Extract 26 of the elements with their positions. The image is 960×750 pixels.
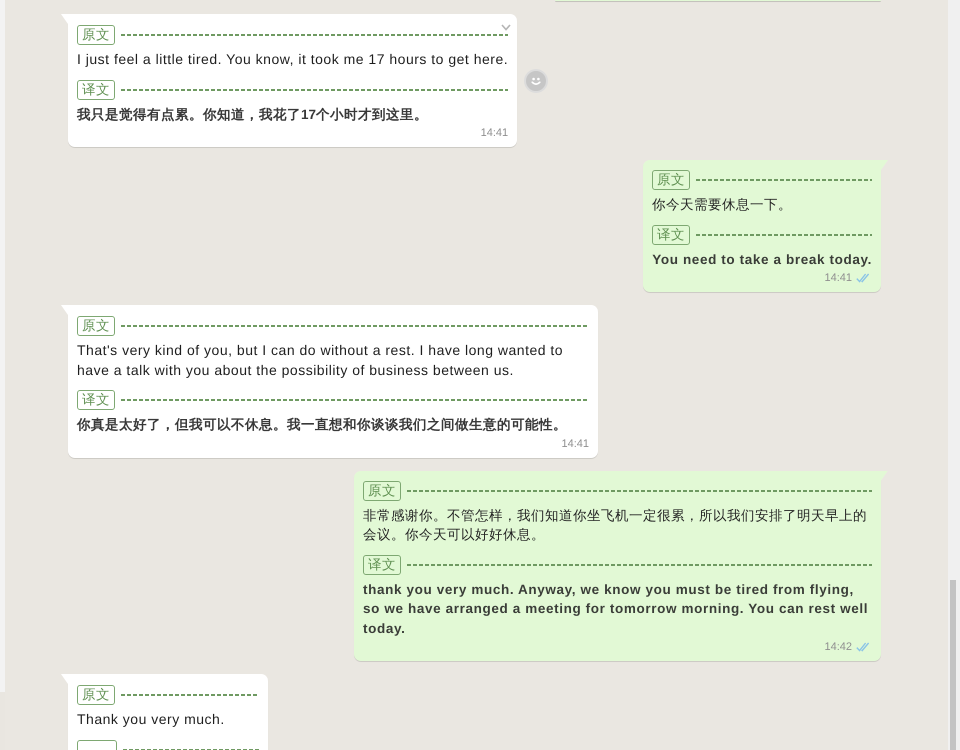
original-text: Thank you very much. [77,710,226,729]
translation-tag: 译文 [77,80,115,100]
original-tag: 原文 [77,316,115,336]
scrollbar[interactable] [948,0,960,750]
translation-text: thank you very much. Anyway, we know you must be tired from flying, so we have arranged a meeting for tomorrow morning. You can rest well today. [363,580,870,638]
message-time: 14:41 [480,126,508,140]
message-time: 14:42 [824,640,852,654]
message-time: 14:41 [824,271,852,285]
original-tag: 原文 [363,480,401,500]
original-text: I just feel a little tired. You know, it took me 17 hours to get here. [77,50,508,69]
original-text: 你今天需要休息一下。 [652,196,794,214]
translation-tag: 译文 [363,554,401,574]
scrollbar-thumb[interactable] [950,580,956,750]
translation-tag: 译文 [652,224,690,244]
translation-tag: 译文 [77,390,115,410]
translation-text: 我只是觉得有点累。你知道，我花了17个小时才到这里。 [77,106,430,124]
message-time: 14:41 [561,436,589,450]
original-tag: 原文 [652,170,690,190]
original-text: 非常感谢你。不管怎样，我们知道你坐飞机一定很累，所以我们安排了明天早上的会议。你今天可以好好休息。 [363,506,868,544]
original-tag: 原文 [77,25,115,45]
chevron-down-icon[interactable] [501,24,512,31]
emoji-button[interactable] [524,68,548,92]
original-tag: 原文 [77,685,115,705]
translation-text: You need to take a break today. [652,250,872,269]
translation-text: 你真是太好了，但我可以不休息。我一直想和你谈谈我们之间做生意的可能性。 [77,416,568,434]
original-text: That's very kind of you, but I can do without a rest. I have long wanted to have a talk with you about the possibility of business between us. [77,341,564,380]
